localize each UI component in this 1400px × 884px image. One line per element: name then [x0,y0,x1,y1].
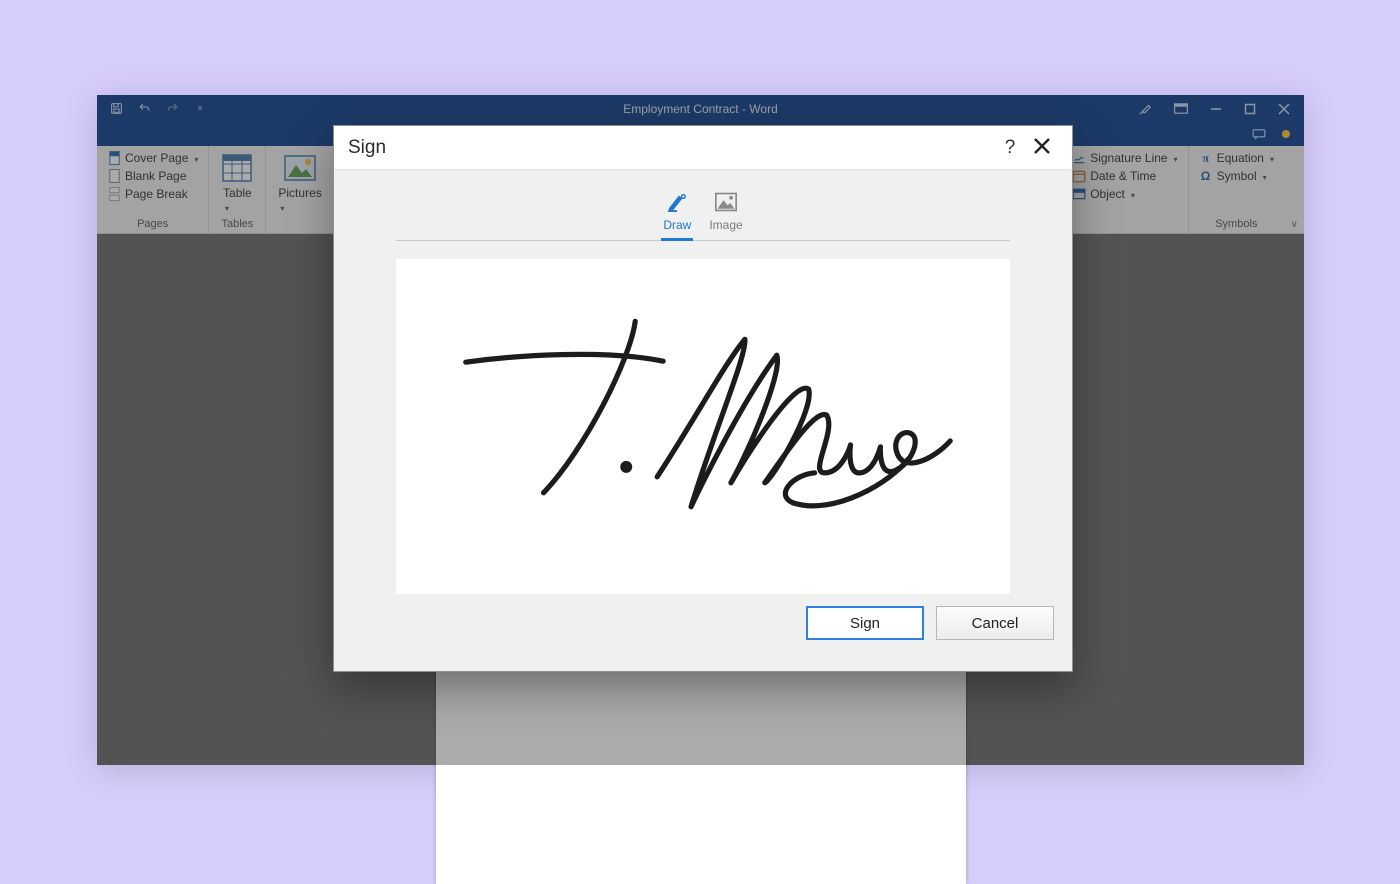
sign-mode-tabs: Draw Image [396,170,1010,241]
image-icon [715,192,737,212]
dialog-header: Sign ? [334,126,1072,170]
sign-tab-draw-label: Draw [663,218,691,232]
sign-dialog: Sign ? Draw Image [333,125,1073,672]
sign-tab-draw[interactable]: Draw [663,192,691,240]
cancel-button[interactable]: Cancel [936,606,1054,640]
dialog-title: Sign [348,137,386,159]
dialog-footer: Sign Cancel [334,606,1072,656]
close-dialog-button[interactable] [1026,135,1058,161]
pen-icon [666,192,688,212]
sign-confirm-button[interactable]: Sign [806,606,924,640]
help-button[interactable]: ? [994,137,1026,159]
sign-tab-image-label: Image [709,218,742,232]
signature-canvas[interactable] [396,259,1010,594]
sign-tab-image[interactable]: Image [709,192,742,240]
signature-stroke [396,259,1010,594]
